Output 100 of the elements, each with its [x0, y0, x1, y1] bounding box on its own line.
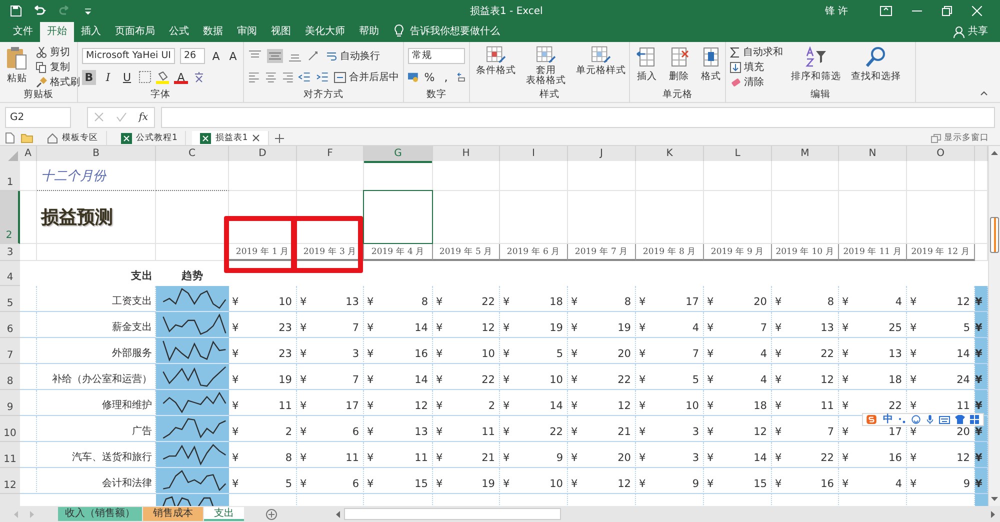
undo-icon[interactable]: [32, 5, 48, 17]
workbook-tab[interactable]: 公式教程1: [113, 131, 186, 145]
underline-button[interactable]: U: [120, 70, 134, 84]
input-mode-toggle[interactable]: 中: [883, 414, 893, 425]
insert-function-button[interactable]: fx: [138, 112, 148, 122]
menu-tab[interactable]: 数据: [196, 22, 230, 42]
scroll-up-icon[interactable]: [991, 150, 998, 155]
column-header[interactable]: O: [907, 146, 975, 163]
fill-button[interactable]: 填充: [730, 60, 783, 74]
punctuation-icon[interactable]: [898, 416, 906, 424]
show-windows-button[interactable]: 显示多窗口: [931, 132, 995, 144]
sheet-tab[interactable]: 销售成本: [143, 507, 203, 521]
shirt-icon[interactable]: [955, 415, 965, 424]
scroll-left-icon[interactable]: [336, 510, 341, 518]
person-icon[interactable]: [953, 26, 965, 38]
column-header[interactable]: K: [636, 146, 704, 163]
align-middle-icon[interactable]: [267, 49, 283, 63]
table-format-button[interactable]: 套用 表格格式: [524, 45, 568, 87]
column-header[interactable]: L: [704, 146, 772, 163]
italic-button[interactable]: I: [101, 70, 115, 84]
column-header[interactable]: B: [37, 146, 156, 163]
scroll-right-icon[interactable]: [990, 510, 995, 518]
new-document-icon[interactable]: [5, 132, 15, 144]
user-name[interactable]: 锋 许: [824, 4, 848, 18]
workbook-tab[interactable]: 模板专区: [39, 131, 107, 145]
menu-tab[interactable]: 美化大师: [298, 22, 352, 42]
workbook-tab[interactable]: 损益表1: [192, 131, 269, 145]
sort-filter-button[interactable]: 排序和筛选: [789, 45, 843, 84]
input-method-logo-icon[interactable]: [865, 415, 878, 424]
currency-icon[interactable]: [408, 71, 419, 83]
clear-button[interactable]: 清除: [730, 75, 783, 89]
scroll-down-icon[interactable]: [991, 497, 998, 502]
row-header[interactable]: 11: [0, 442, 20, 468]
merge-center-button[interactable]: 合并后居中: [334, 70, 400, 84]
menu-tab[interactable]: 视图: [264, 22, 298, 42]
align-left-icon[interactable]: [248, 71, 260, 83]
increase-indent-icon[interactable]: [316, 71, 330, 83]
border-icon[interactable]: [139, 71, 151, 83]
phonetic-icon[interactable]: [193, 71, 205, 83]
tell-me-field[interactable]: 告诉我你想要做什么: [410, 22, 500, 42]
font-size-field[interactable]: 26: [180, 48, 206, 64]
sheet-tab[interactable]: 支出: [204, 507, 244, 521]
row-header[interactable]: 4: [0, 261, 20, 286]
decrease-indent-icon[interactable]: [298, 71, 312, 83]
percent-button[interactable]: %: [424, 70, 436, 84]
conditional-format-button[interactable]: 条件格式: [474, 45, 518, 77]
row-header[interactable]: 12: [0, 468, 20, 494]
align-right-icon[interactable]: [282, 71, 294, 83]
menu-tab[interactable]: 页面布局: [108, 22, 162, 42]
column-header[interactable]: G: [364, 146, 433, 163]
name-box[interactable]: G2: [5, 106, 71, 128]
bold-button[interactable]: B: [82, 70, 96, 84]
row-header[interactable]: 7: [0, 338, 20, 364]
row-header[interactable]: 10: [0, 416, 20, 442]
row-header[interactable]: 2: [0, 191, 20, 244]
column-header[interactable]: J: [568, 146, 636, 163]
close-icon[interactable]: [252, 134, 260, 142]
grid-icon[interactable]: [970, 415, 979, 424]
autosum-button[interactable]: 自动求和: [730, 45, 783, 59]
menu-tab[interactable]: 文件: [6, 22, 40, 42]
add-icon[interactable]: [274, 134, 284, 142]
microphone-icon[interactable]: [926, 415, 934, 424]
fill-color-icon[interactable]: [156, 70, 169, 84]
menu-tab[interactable]: 公式: [162, 22, 196, 42]
add-sheet-icon[interactable]: [266, 508, 277, 520]
vertical-scrollbar[interactable]: [988, 146, 1000, 506]
restore-icon[interactable]: [942, 6, 952, 16]
row-header[interactable]: 9: [0, 390, 20, 416]
font-name-field[interactable]: Microsoft YaHei UI: [82, 48, 175, 64]
wrap-text-button[interactable]: 自动换行: [326, 49, 380, 63]
selected-cell[interactable]: [363, 190, 433, 244]
customize-icon[interactable]: [84, 6, 92, 16]
check-icon[interactable]: [116, 112, 127, 122]
sheet-tab[interactable]: 收入（销售额）: [58, 507, 142, 521]
find-select-button[interactable]: 查找和选择: [849, 45, 903, 84]
menu-tab[interactable]: 帮助: [352, 22, 386, 42]
row-header[interactable]: 3: [0, 244, 20, 261]
menu-tab[interactable]: 审阅: [230, 22, 264, 42]
delete-cells-button[interactable]: 删除: [666, 45, 692, 84]
paste-button[interactable]: 粘贴: [4, 45, 30, 86]
scrollbar-thumb[interactable]: [990, 217, 999, 253]
increase-decimal-icon[interactable]: [456, 71, 465, 83]
font-color-button[interactable]: A: [174, 70, 188, 84]
copy-button[interactable]: 复制: [36, 60, 80, 74]
share-button[interactable]: 共享: [968, 22, 996, 42]
menu-tab[interactable]: 开始: [40, 22, 74, 42]
comma-button[interactable]: ,: [440, 70, 452, 84]
column-header[interactable]: H: [433, 146, 500, 163]
column-header[interactable]: M: [772, 146, 839, 163]
cut-button[interactable]: 剪切: [36, 45, 80, 59]
collapse-ribbon-icon[interactable]: [980, 90, 988, 96]
save-icon[interactable]: [10, 5, 22, 17]
row-header[interactable]: 5: [0, 286, 20, 312]
align-center-icon[interactable]: [264, 71, 277, 83]
format-painter-button[interactable]: 格式刷: [36, 75, 80, 89]
insert-cells-button[interactable]: 插入: [634, 45, 660, 84]
smiley-icon[interactable]: [911, 415, 921, 424]
cell-styles-button[interactable]: 单元格样式: [574, 45, 628, 77]
grow-font-button[interactable]: A: [210, 48, 222, 64]
menu-tab[interactable]: 插入: [74, 22, 108, 42]
